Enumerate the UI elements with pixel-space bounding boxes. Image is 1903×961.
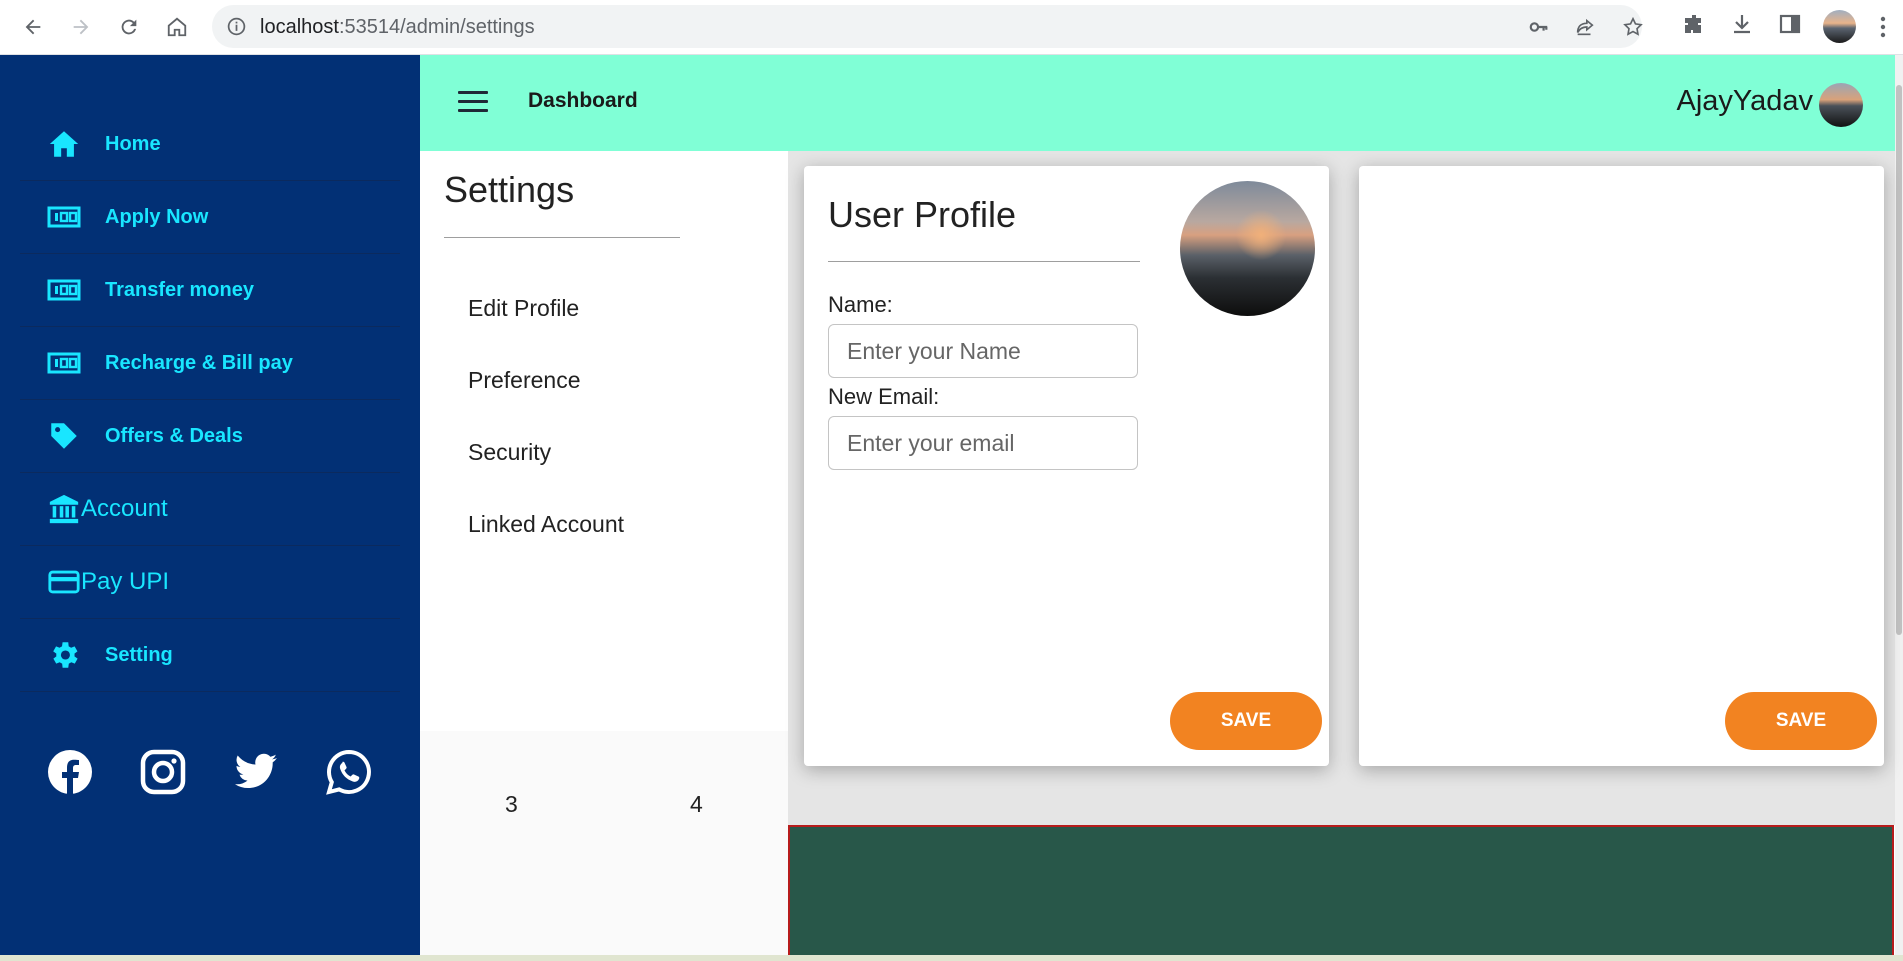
save-button[interactable]: SAVE [1725,692,1877,750]
name-field[interactable] [828,324,1138,378]
scrollbar[interactable] [1895,55,1903,961]
whatsapp-icon[interactable] [325,748,373,796]
url-text: localhost:53514/admin/settings [260,16,535,38]
pager: 3 4 [420,731,788,961]
money-icon [47,346,81,380]
side-panel-icon[interactable] [1778,12,1802,36]
sidebar-item-offers-deals[interactable]: Offers & Deals [20,400,400,473]
sidebar-item-label: Recharge & Bill pay [105,351,293,374]
extensions-icon[interactable] [1682,12,1706,36]
key-icon[interactable] [1528,16,1550,38]
address-bar[interactable]: localhost:53514/admin/settings [212,5,1644,48]
sidebar-item-label: Pay UPI [81,568,170,595]
sidebar: Home Apply Now Transfer money Recharge &… [0,55,420,961]
download-icon[interactable] [1730,12,1754,36]
sidebar-item-label: Transfer money [105,278,254,301]
settings-heading: Settings [444,169,575,210]
page-number[interactable]: 4 [690,791,703,818]
sidebar-item-account[interactable]: Account [20,473,400,546]
sidebar-item-home[interactable]: Home [20,108,400,181]
settings-link-linked-account[interactable]: Linked Account [468,511,624,538]
back-icon[interactable] [16,10,50,44]
menu-dots-icon[interactable] [1878,15,1888,39]
divider [828,261,1140,262]
site-info-icon[interactable] [226,16,247,37]
settings-link-security[interactable]: Security [468,439,551,466]
top-header: Dashboard AjayYadav [420,55,1895,151]
name-label: Name: [828,292,893,317]
reload-icon[interactable] [112,10,146,44]
sidebar-item-label: Apply Now [105,205,209,228]
share-icon[interactable] [1574,16,1596,38]
email-field[interactable] [828,416,1138,470]
browser-toolbar: localhost:53514/admin/settings [0,0,1903,55]
footer-block [788,825,1894,961]
hamburger-menu-icon[interactable] [458,91,488,113]
sidebar-item-transfer-money[interactable]: Transfer money [20,254,400,327]
sidebar-item-label: Account [81,495,168,522]
sidebar-item-label: Setting [105,643,173,666]
page-number[interactable]: 3 [505,791,518,818]
sidebar-item-recharge-bill-pay[interactable]: Recharge & Bill pay [20,327,400,400]
user-name[interactable]: AjayYadav [1677,85,1814,118]
gear-icon [47,638,81,672]
home-icon [47,127,81,161]
settings-link-preference[interactable]: Preference [468,367,581,394]
divider [444,237,680,238]
sidebar-item-setting[interactable]: Setting [20,619,400,692]
browser-profile-avatar[interactable] [1823,10,1856,43]
money-icon [47,200,81,234]
money-icon [47,273,81,307]
page-title: Dashboard [528,89,638,112]
facebook-icon[interactable] [46,748,94,796]
instagram-icon[interactable] [139,748,187,796]
secondary-card: SAVE [1359,166,1884,766]
settings-menu: Settings Edit Profile Preference Securit… [420,151,788,731]
bank-icon [47,492,81,526]
forward-icon[interactable] [64,10,98,44]
email-label: New Email: [828,384,940,409]
bottom-strip [0,955,1903,961]
sidebar-item-label: Offers & Deals [105,424,243,447]
bookmark-star-icon[interactable] [1622,16,1644,38]
tag-icon [47,419,81,453]
sidebar-item-pay-upi[interactable]: Pay UPI [20,546,400,619]
sidebar-item-label: Home [105,132,161,155]
save-button[interactable]: SAVE [1170,692,1322,750]
settings-link-edit-profile[interactable]: Edit Profile [468,295,579,322]
scrollbar-thumb[interactable] [1896,85,1902,635]
user-profile-card: User Profile Name: New Email: SAVE [804,166,1329,766]
twitter-icon[interactable] [232,748,280,796]
profile-photo[interactable] [1180,181,1315,316]
home-browser-icon[interactable] [160,10,194,44]
card-icon [47,565,81,599]
sidebar-item-apply-now[interactable]: Apply Now [20,181,400,254]
social-links [46,748,418,796]
card-title: User Profile [828,194,1017,235]
avatar[interactable] [1819,83,1863,127]
